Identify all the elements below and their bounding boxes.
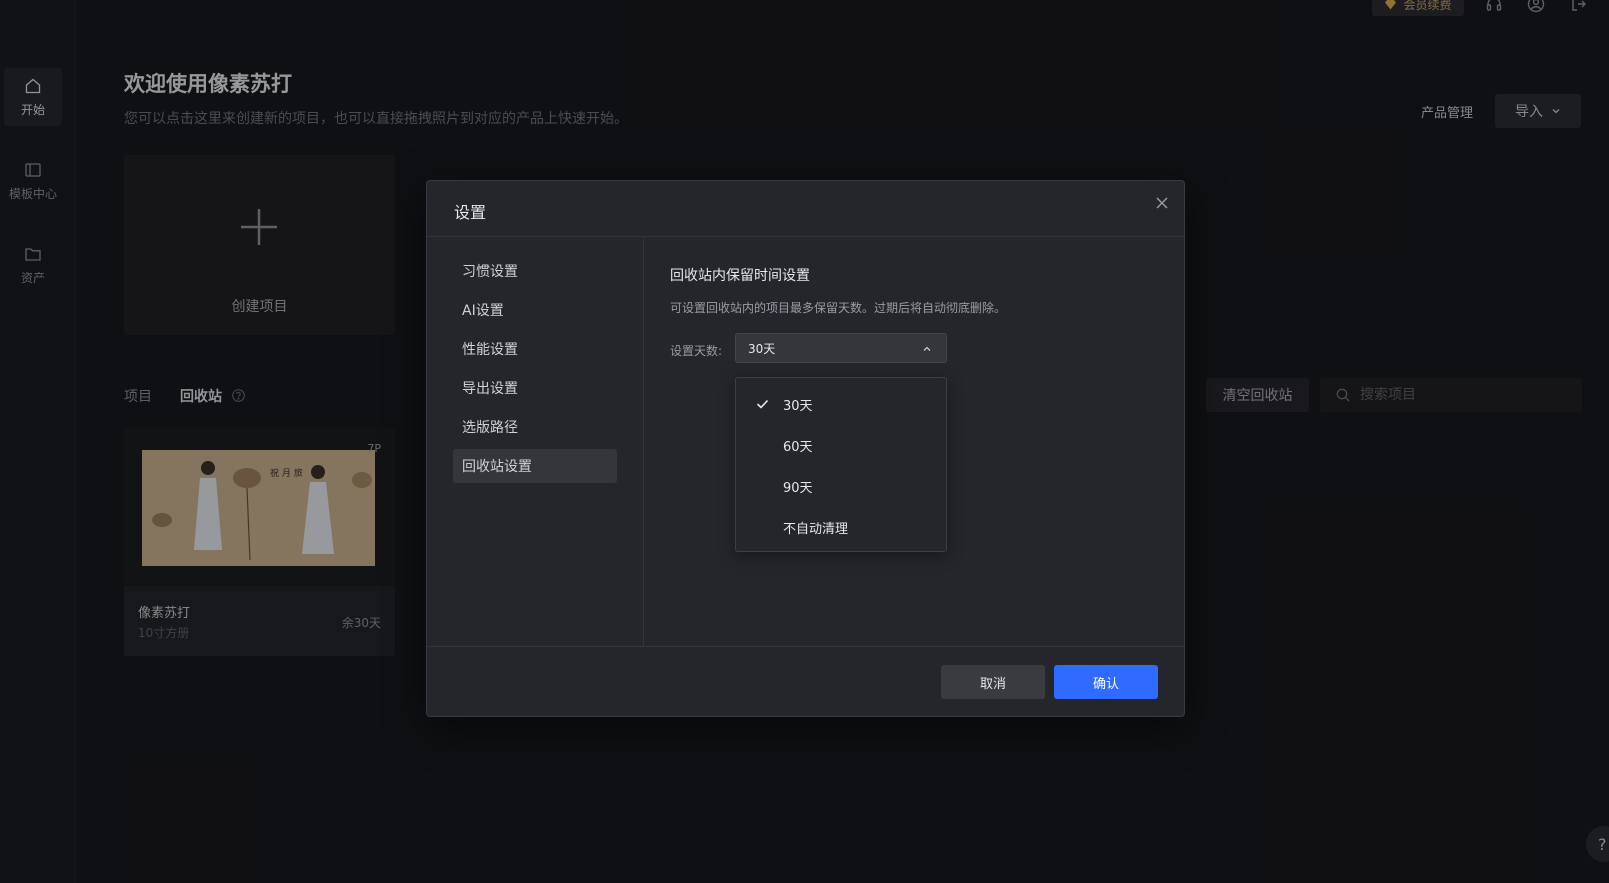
cancel-button[interactable]: 取消 xyxy=(941,665,1045,699)
dropdown-option-90[interactable]: 90天 xyxy=(736,468,946,504)
days-select[interactable]: 30天 xyxy=(735,333,947,363)
dropdown-option-never[interactable]: 不自动清理 xyxy=(736,509,946,545)
section-title: 回收站内保留时间设置 xyxy=(670,268,810,284)
menu-performance-settings[interactable]: 性能设置 xyxy=(453,332,617,366)
menu-ai-settings[interactable]: AI设置 xyxy=(453,293,617,327)
menu-export-settings[interactable]: 导出设置 xyxy=(453,371,617,405)
chevron-up-icon xyxy=(923,346,931,351)
section-description: 可设置回收站内的项目最多保留天数。过期后将自动彻底删除。 xyxy=(670,301,1007,315)
menu-selection-path[interactable]: 选版路径 xyxy=(453,410,617,444)
menu-recycle-bin-settings[interactable]: 回收站设置 xyxy=(453,449,617,483)
days-dropdown: 30天 60天 90天 不自动清理 xyxy=(735,377,947,552)
dropdown-option-label: 60天 xyxy=(783,439,813,455)
dropdown-option-60[interactable]: 60天 xyxy=(736,427,946,463)
settings-dialog: 设置 习惯设置 AI设置 性能设置 导出设置 选版路径 回收站设置 回收站内保留… xyxy=(426,180,1185,717)
settings-menu: 习惯设置 AI设置 性能设置 导出设置 选版路径 回收站设置 xyxy=(427,237,644,646)
menu-habit-settings[interactable]: 习惯设置 xyxy=(453,254,617,288)
divider xyxy=(427,646,1184,647)
days-label: 设置天数: xyxy=(670,344,723,358)
dropdown-option-label: 90天 xyxy=(783,480,813,496)
dropdown-option-30[interactable]: 30天 xyxy=(736,386,946,422)
dialog-title: 设置 xyxy=(454,203,487,222)
dropdown-option-label: 不自动清理 xyxy=(783,521,849,537)
days-select-value: 30天 xyxy=(748,341,776,356)
dropdown-option-label: 30天 xyxy=(783,398,813,414)
check-icon xyxy=(756,399,769,409)
close-icon[interactable] xyxy=(1154,195,1170,211)
confirm-button[interactable]: 确认 xyxy=(1054,665,1158,699)
